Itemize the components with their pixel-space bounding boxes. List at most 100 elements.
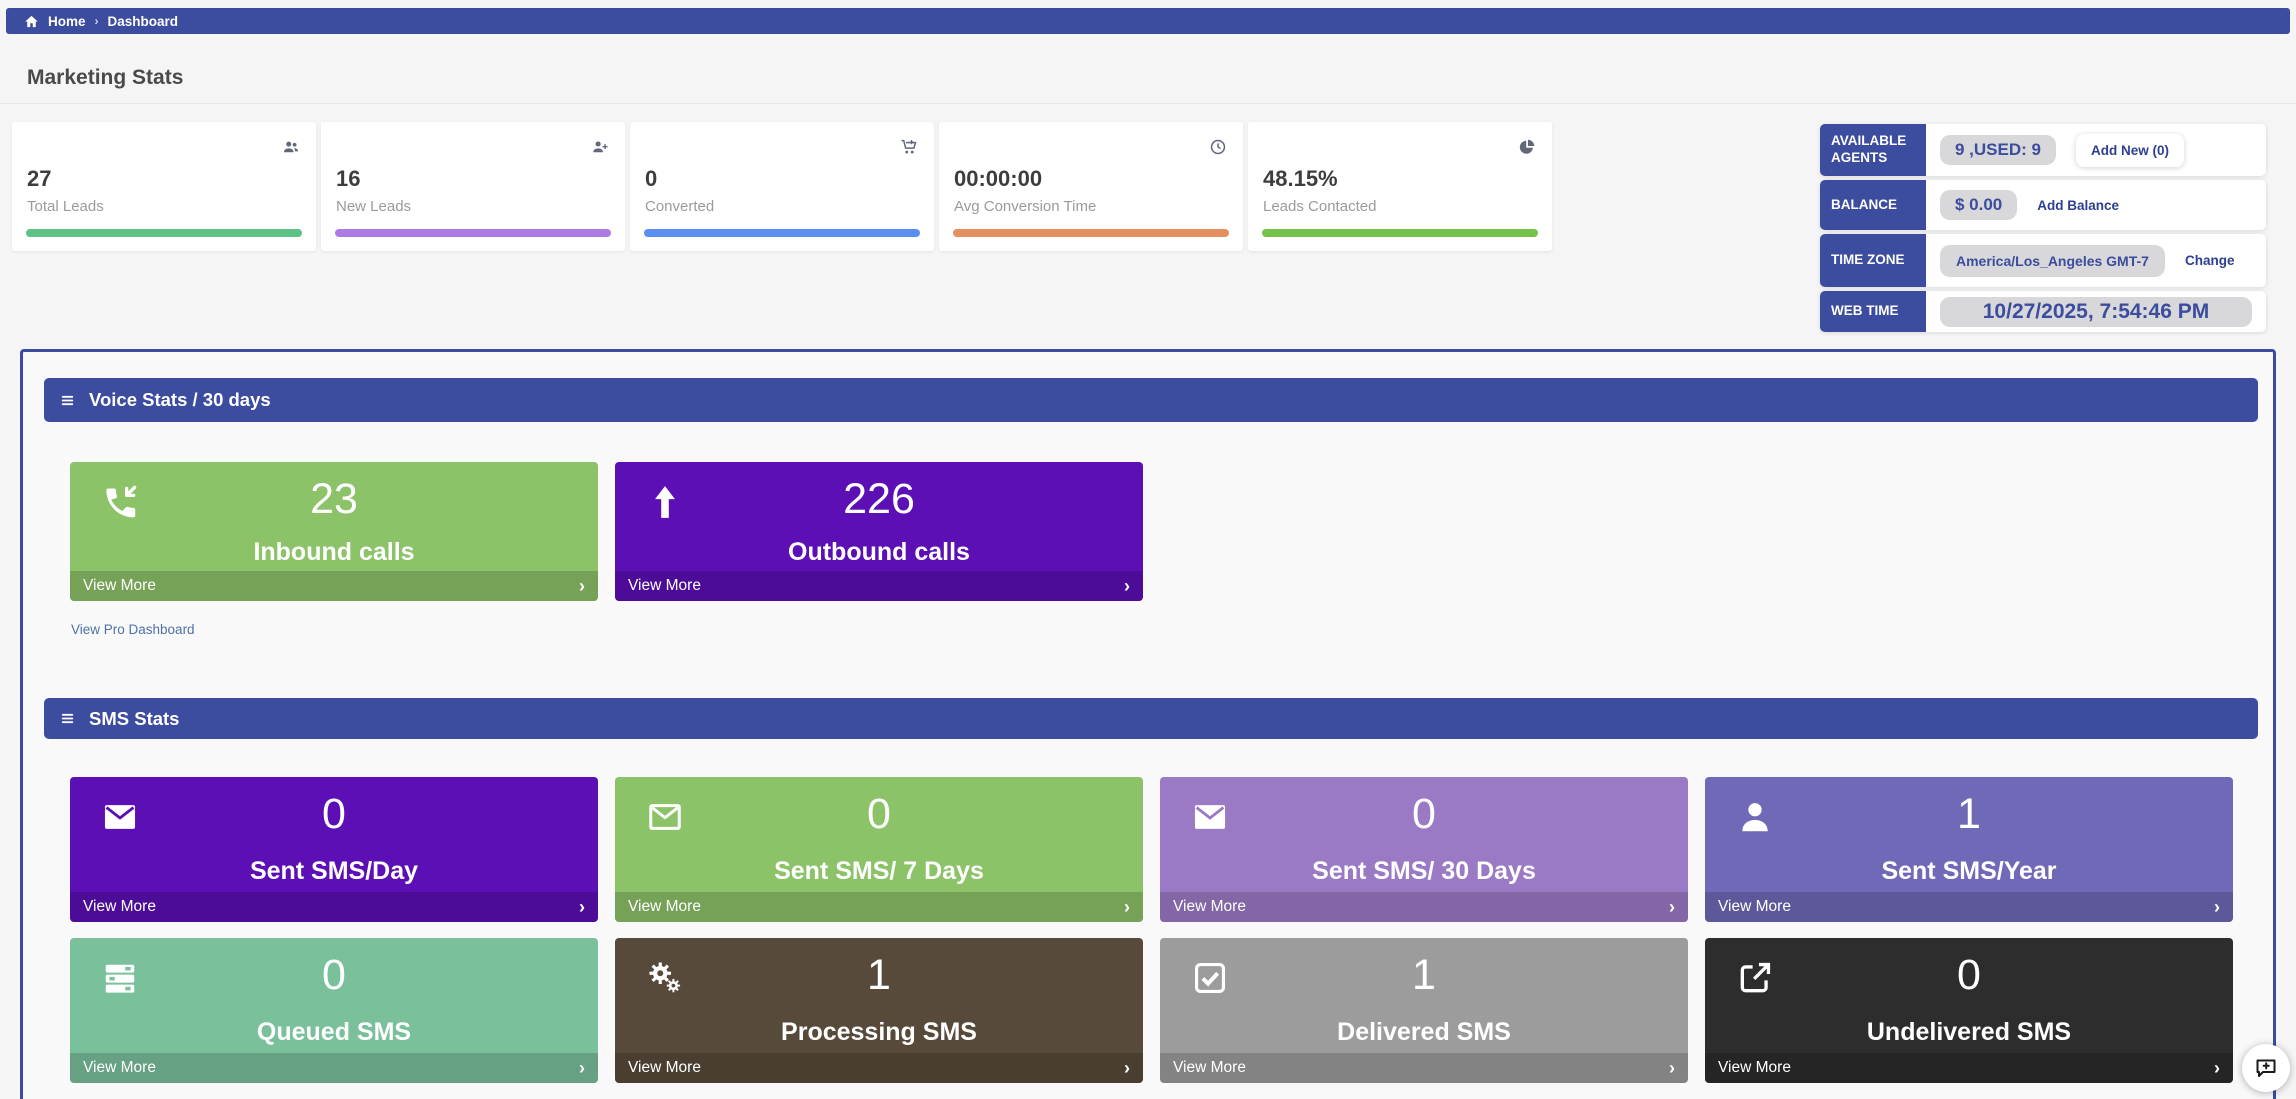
page-title: Marketing Stats (27, 66, 183, 90)
view-more-queued-button[interactable]: View More › (70, 1053, 598, 1083)
breadcrumb: Home › Dashboard (6, 8, 2290, 34)
sent-sms-day-card: 0 Sent SMS/Day View More › (70, 777, 598, 922)
sent-sms-30days-label: Sent SMS/ 30 Days (1160, 857, 1688, 886)
sms-cards-row-1: 0 Sent SMS/Day View More › 0 Sent SMS/ 7… (70, 777, 2233, 922)
breadcrumb-current: Dashboard (108, 14, 179, 29)
chevron-right-icon: › (1669, 898, 1675, 916)
cart-plus-icon (900, 138, 918, 161)
outbound-calls-label: Outbound calls (615, 538, 1143, 567)
webtime-row: WEB TIME 10/27/2025, 7:54:46 PM (1820, 291, 2266, 332)
chevron-right-icon: › (1124, 898, 1130, 916)
message-plus-icon (2254, 1056, 2278, 1080)
bars-icon (59, 392, 76, 409)
chevron-right-icon: › (1124, 1059, 1130, 1077)
bars-icon (59, 710, 76, 727)
add-balance-button[interactable]: Add Balance (2037, 198, 2119, 213)
view-more-label: View More (628, 898, 701, 916)
inbound-calls-value: 23 (70, 476, 598, 523)
available-agents-label: AVAILABLE AGENTS (1820, 124, 1926, 176)
stat-card-converted: 0 Converted (630, 122, 934, 251)
view-more-outbound-button[interactable]: View More › (615, 571, 1143, 601)
stat-progress-bar (26, 229, 302, 237)
undelivered-sms-card: 0 Undelivered SMS View More › (1705, 938, 2233, 1083)
feedback-fab-button[interactable] (2242, 1044, 2290, 1092)
stats-panel: Voice Stats / 30 days 23 Inbound calls V… (20, 349, 2276, 1099)
balance-row: BALANCE $ 0.00 Add Balance (1820, 180, 2266, 230)
clock-icon (1209, 138, 1227, 161)
balance-value: $ 0.00 (1940, 190, 2017, 220)
timezone-value-area: America/Los_Angeles GMT-7 Change (1926, 234, 2266, 287)
change-timezone-button[interactable]: Change (2185, 253, 2235, 268)
chevron-right-icon: › (1124, 577, 1130, 595)
sent-sms-30days-value: 0 (1160, 791, 1688, 838)
undelivered-sms-label: Undelivered SMS (1705, 1018, 2233, 1047)
available-agents-value-area: 9 ,USED: 9 Add New (0) (1926, 124, 2266, 176)
delivered-sms-value: 1 (1160, 952, 1688, 999)
breadcrumb-home[interactable]: Home (48, 14, 86, 29)
stat-card-total-leads: 27 Total Leads (12, 122, 316, 251)
view-more-label: View More (83, 898, 156, 916)
stat-card-avg-conversion-time: 00:00:00 Avg Conversion Time (939, 122, 1243, 251)
delivered-sms-label: Delivered SMS (1160, 1018, 1688, 1047)
stat-label: Converted (645, 198, 714, 215)
user-plus-icon (591, 138, 609, 161)
processing-sms-value: 1 (615, 952, 1143, 999)
view-more-undelivered-button[interactable]: View More › (1705, 1053, 2233, 1083)
sent-sms-30days-card: 0 Sent SMS/ 30 Days View More › (1160, 777, 1688, 922)
view-more-sms-30days-button[interactable]: View More › (1160, 892, 1688, 922)
sms-stats-title: SMS Stats (89, 708, 179, 730)
sms-cards-row-2: 0 Queued SMS View More › 1 Processing SM… (70, 938, 2233, 1083)
inbound-calls-card: 23 Inbound calls View More › (70, 462, 598, 601)
view-more-delivered-button[interactable]: View More › (1160, 1053, 1688, 1083)
delivered-sms-card: 1 Delivered SMS View More › (1160, 938, 1688, 1083)
pie-chart-icon (1518, 138, 1536, 161)
queued-sms-card: 0 Queued SMS View More › (70, 938, 598, 1083)
home-icon (24, 14, 39, 29)
view-pro-dashboard-link[interactable]: View Pro Dashboard (71, 622, 195, 637)
stat-card-new-leads: 16 New Leads (321, 122, 625, 251)
balance-label: BALANCE (1820, 180, 1926, 230)
timezone-value: America/Los_Angeles GMT-7 (1940, 245, 2165, 277)
view-more-label: View More (628, 1059, 701, 1077)
dashboard-screen: Home › Dashboard Marketing Stats 27 Tota… (0, 0, 2296, 1099)
outbound-calls-card: 226 Outbound calls View More › (615, 462, 1143, 601)
view-more-sms-7days-button[interactable]: View More › (615, 892, 1143, 922)
sent-sms-year-value: 1 (1705, 791, 2233, 838)
stat-progress-bar (335, 229, 611, 237)
view-more-sms-day-button[interactable]: View More › (70, 892, 598, 922)
stat-progress-bar (644, 229, 920, 237)
view-more-label: View More (1173, 898, 1246, 916)
webtime-value: 10/27/2025, 7:54:46 PM (1940, 297, 2252, 327)
sent-sms-7days-card: 0 Sent SMS/ 7 Days View More › (615, 777, 1143, 922)
sent-sms-7days-value: 0 (615, 791, 1143, 838)
available-agents-value: 9 ,USED: 9 (1940, 135, 2056, 165)
view-more-processing-button[interactable]: View More › (615, 1053, 1143, 1083)
voice-cards-row: 23 Inbound calls View More › 226 Outboun… (70, 462, 1143, 601)
breadcrumb-separator: › (95, 14, 99, 28)
outbound-calls-value: 226 (615, 476, 1143, 523)
stat-label: Leads Contacted (1263, 198, 1376, 215)
available-agents-row: AVAILABLE AGENTS 9 ,USED: 9 Add New (0) (1820, 124, 2266, 176)
stat-progress-bar (953, 229, 1229, 237)
sent-sms-7days-label: Sent SMS/ 7 Days (615, 857, 1143, 886)
stat-value: 27 (27, 166, 51, 192)
stat-value: 16 (336, 166, 360, 192)
sent-sms-day-label: Sent SMS/Day (70, 857, 598, 886)
queued-sms-label: Queued SMS (70, 1018, 598, 1047)
chevron-right-icon: › (1669, 1059, 1675, 1077)
stat-progress-bar (1262, 229, 1538, 237)
timezone-label: TIME ZONE (1820, 234, 1926, 287)
stat-value: 00:00:00 (954, 166, 1042, 192)
view-more-label: View More (628, 577, 701, 595)
stat-value: 0 (645, 166, 657, 192)
view-more-sms-year-button[interactable]: View More › (1705, 892, 2233, 922)
view-more-inbound-button[interactable]: View More › (70, 571, 598, 601)
processing-sms-label: Processing SMS (615, 1018, 1143, 1047)
divider (0, 103, 2296, 104)
users-icon (282, 138, 300, 161)
webtime-label: WEB TIME (1820, 291, 1926, 332)
account-panel: AVAILABLE AGENTS 9 ,USED: 9 Add New (0) … (1820, 124, 2266, 332)
add-new-button[interactable]: Add New (0) (2076, 134, 2184, 167)
webtime-value-area: 10/27/2025, 7:54:46 PM (1926, 291, 2266, 332)
chevron-right-icon: › (579, 1059, 585, 1077)
